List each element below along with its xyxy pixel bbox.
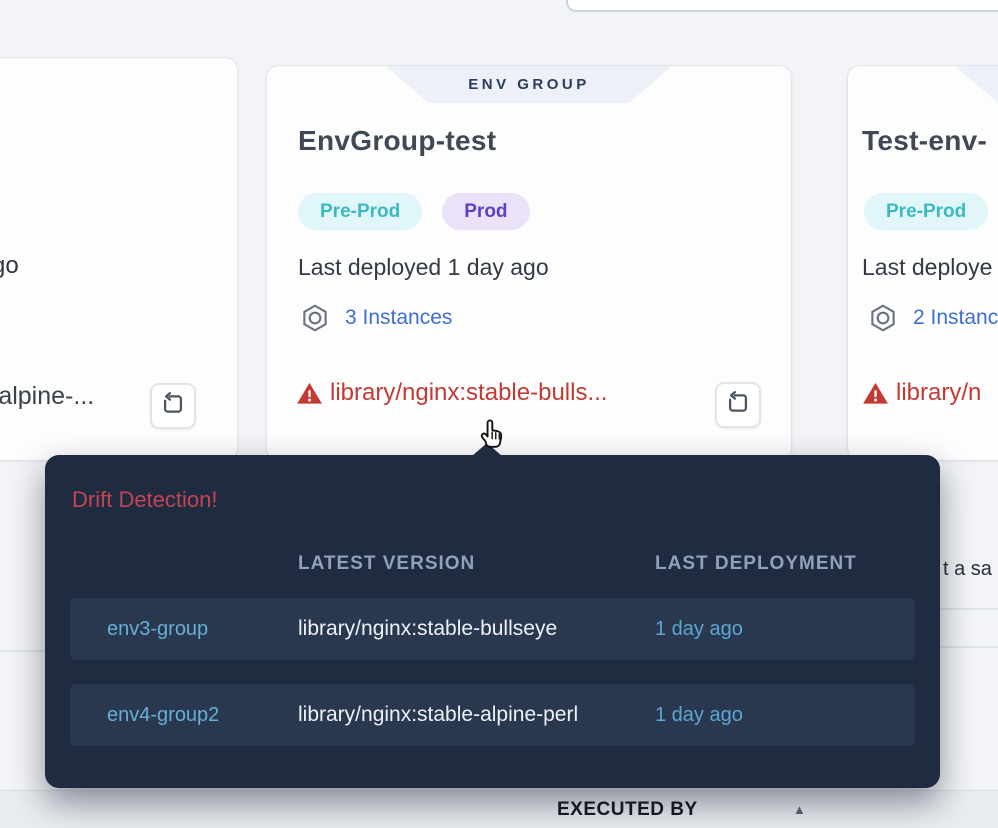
instances-link[interactable]: 3 Instances: [345, 306, 452, 330]
env-group-ribbon: [955, 66, 998, 103]
screen: go -alpine-... ENV GROUP EnvGroup-test P…: [0, 0, 998, 828]
env-badges: Pre-Prod Prod: [298, 193, 530, 230]
search-input-partial[interactable]: [566, 0, 998, 12]
env-group-ribbon-label: ENV GROUP: [468, 76, 590, 93]
drift-image-row[interactable]: library/nginx:stable-bulls...: [296, 379, 607, 407]
background-divider: [938, 646, 998, 648]
table-row[interactable]: env3-group library/nginx:stable-bullseye…: [70, 598, 915, 660]
drift-image-row[interactable]: library/n: [862, 379, 981, 407]
last-deployed-text-fragment: go: [0, 252, 19, 280]
env-group-title: EnvGroup-test: [298, 125, 496, 157]
background-text-fragment: t a sa: [943, 558, 992, 581]
preprod-badge: Pre-Prod: [298, 193, 422, 230]
last-deployed-text: Last deploye: [862, 254, 992, 281]
env-group-card-left: go -alpine-...: [0, 58, 237, 460]
last-deployment-value: 1 day ago: [655, 704, 915, 727]
redeploy-icon: [160, 391, 186, 422]
preprod-badge: Pre-Prod: [864, 193, 988, 230]
table-row[interactable]: env4-group2 library/nginx:stable-alpine-…: [70, 684, 915, 746]
redeploy-icon: [725, 390, 751, 421]
tooltip-arrow: [472, 443, 502, 456]
last-deployment-value: 1 day ago: [655, 618, 915, 641]
background-divider: [0, 650, 45, 652]
latest-version-value: library/nginx:stable-bullseye: [298, 617, 655, 641]
instances-row[interactable]: 2 Instance: [868, 303, 998, 333]
env-group-card-center[interactable]: ENV GROUP EnvGroup-test Pre-Prod Prod La…: [267, 66, 791, 460]
latest-version-column-header: LATEST VERSION: [298, 553, 655, 575]
redeploy-button[interactable]: [715, 382, 761, 428]
latest-version-value: library/nginx:stable-alpine-perl: [298, 703, 655, 727]
env-badges: Pre-Prod: [864, 193, 988, 230]
background-table-header: EXECUTED BY ▲: [0, 790, 998, 828]
instances-link[interactable]: 2 Instance: [913, 306, 998, 330]
sort-ascending-icon[interactable]: ▲: [793, 802, 806, 817]
drift-warning-icon: [296, 380, 323, 407]
drift-detection-tooltip: Drift Detection! LATEST VERSION LAST DEP…: [45, 455, 940, 788]
tooltip-table-header: LATEST VERSION LAST DEPLOYMENT: [70, 551, 915, 577]
instances-row[interactable]: 3 Instances: [300, 303, 452, 333]
env-group-ribbon: ENV GROUP: [386, 66, 672, 103]
image-name-fragment: -alpine-...: [0, 382, 94, 411]
executed-by-column-header[interactable]: EXECUTED BY: [557, 799, 698, 821]
redeploy-button[interactable]: [150, 383, 196, 429]
drift-image-link[interactable]: library/n: [896, 379, 981, 407]
env-group-title: Test-env-: [862, 125, 987, 157]
env-group-link[interactable]: env4-group2: [70, 704, 298, 727]
background-divider: [938, 608, 998, 610]
prod-badge: Prod: [442, 193, 529, 230]
last-deployed-text: Last deployed 1 day ago: [298, 254, 549, 281]
drift-warning-icon: [862, 380, 889, 407]
instances-hexnut-icon: [300, 303, 330, 333]
env-group-link[interactable]: env3-group: [70, 618, 298, 641]
last-deployment-column-header: LAST DEPLOYMENT: [655, 553, 915, 575]
drift-detection-title: Drift Detection!: [72, 487, 218, 513]
instances-hexnut-icon: [868, 303, 898, 333]
drift-image-link[interactable]: library/nginx:stable-bulls...: [330, 379, 607, 407]
env-group-card-right[interactable]: Test-env- Pre-Prod Last deploye 2 Instan…: [848, 66, 998, 460]
